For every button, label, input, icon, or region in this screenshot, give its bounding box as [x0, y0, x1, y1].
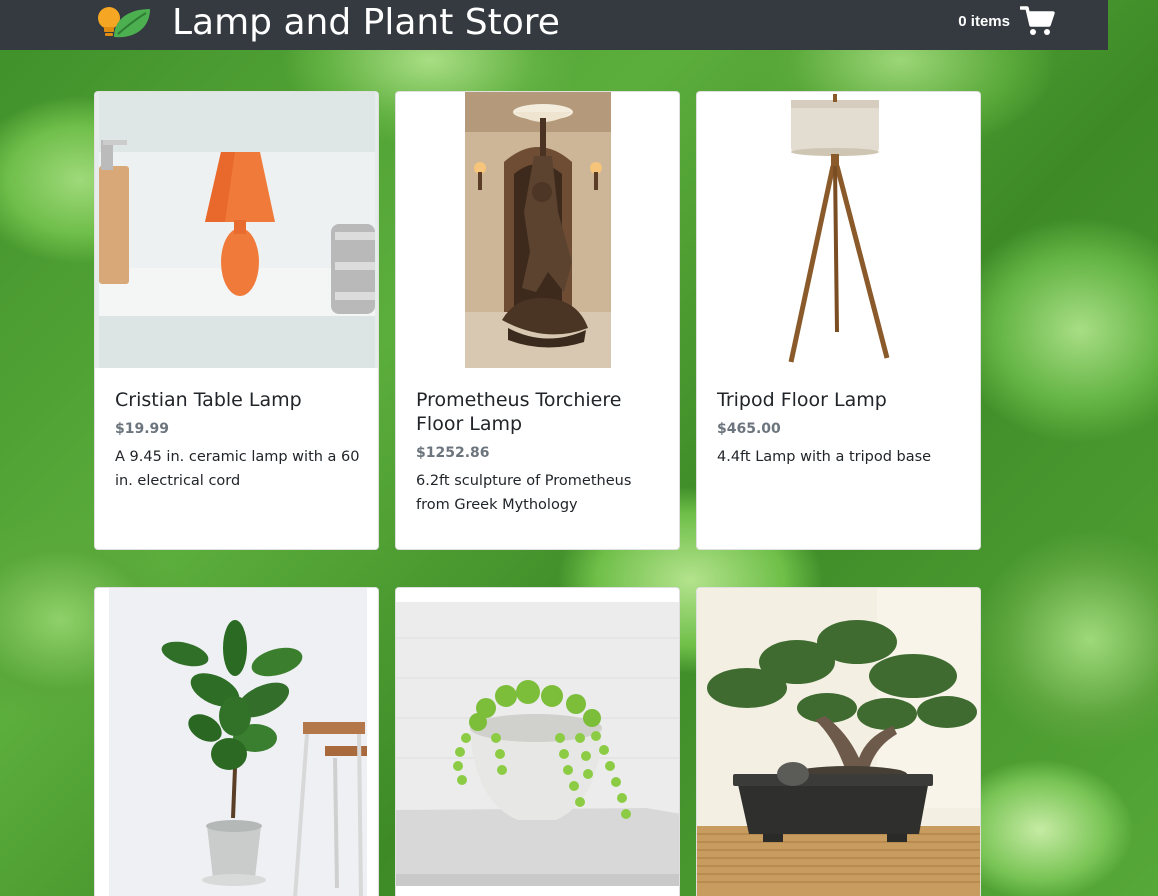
cart-button[interactable]: 0 items: [958, 4, 1056, 38]
brand-link[interactable]: Lamp and Plant Store: [96, 0, 560, 46]
product-card[interactable]: [696, 587, 981, 896]
product-price: $465.00: [717, 421, 781, 437]
bronze-statue-lamp-photo[interactable]: [396, 92, 679, 368]
string-of-pearls-plant-photo[interactable]: [396, 588, 679, 896]
lightbulb-leaf-icon: [96, 3, 152, 43]
product-description: 4.4ft Lamp with a tripod base: [717, 449, 932, 465]
shopping-cart-icon: [1020, 5, 1056, 37]
product-description: 6.2ft sculpture of Prometheus from Greek…: [416, 473, 632, 513]
product-name[interactable]: Cristian Table Lamp: [115, 388, 362, 412]
product-card[interactable]: Prometheus Torchiere Floor Lamp $1252.86…: [395, 91, 680, 550]
product-description: A 9.45 in. ceramic lamp with a 60 in. el…: [115, 449, 360, 489]
product-card[interactable]: Tripod Floor Lamp $465.00 4.4ft Lamp wit…: [696, 91, 981, 550]
cart-count: 0 items: [958, 12, 1010, 30]
tripod-floor-lamp-photo[interactable]: [697, 92, 980, 368]
product-card[interactable]: [395, 587, 680, 896]
bonsai-tree-photo[interactable]: [697, 588, 980, 896]
product-price: $19.99: [115, 421, 170, 437]
store-title: Lamp and Plant Store: [172, 2, 560, 43]
product-card[interactable]: [94, 587, 379, 896]
product-name[interactable]: Tripod Floor Lamp: [717, 388, 964, 412]
navbar: Lamp and Plant Store 0 items: [0, 0, 1108, 50]
orange-table-lamp-photo[interactable]: [95, 92, 378, 368]
fiddle-leaf-fig-photo[interactable]: [95, 588, 378, 896]
product-price: $1252.86: [416, 445, 490, 461]
product-card[interactable]: Cristian Table Lamp $19.99 A 9.45 in. ce…: [94, 91, 379, 550]
product-name[interactable]: Prometheus Torchiere Floor Lamp: [416, 388, 663, 436]
